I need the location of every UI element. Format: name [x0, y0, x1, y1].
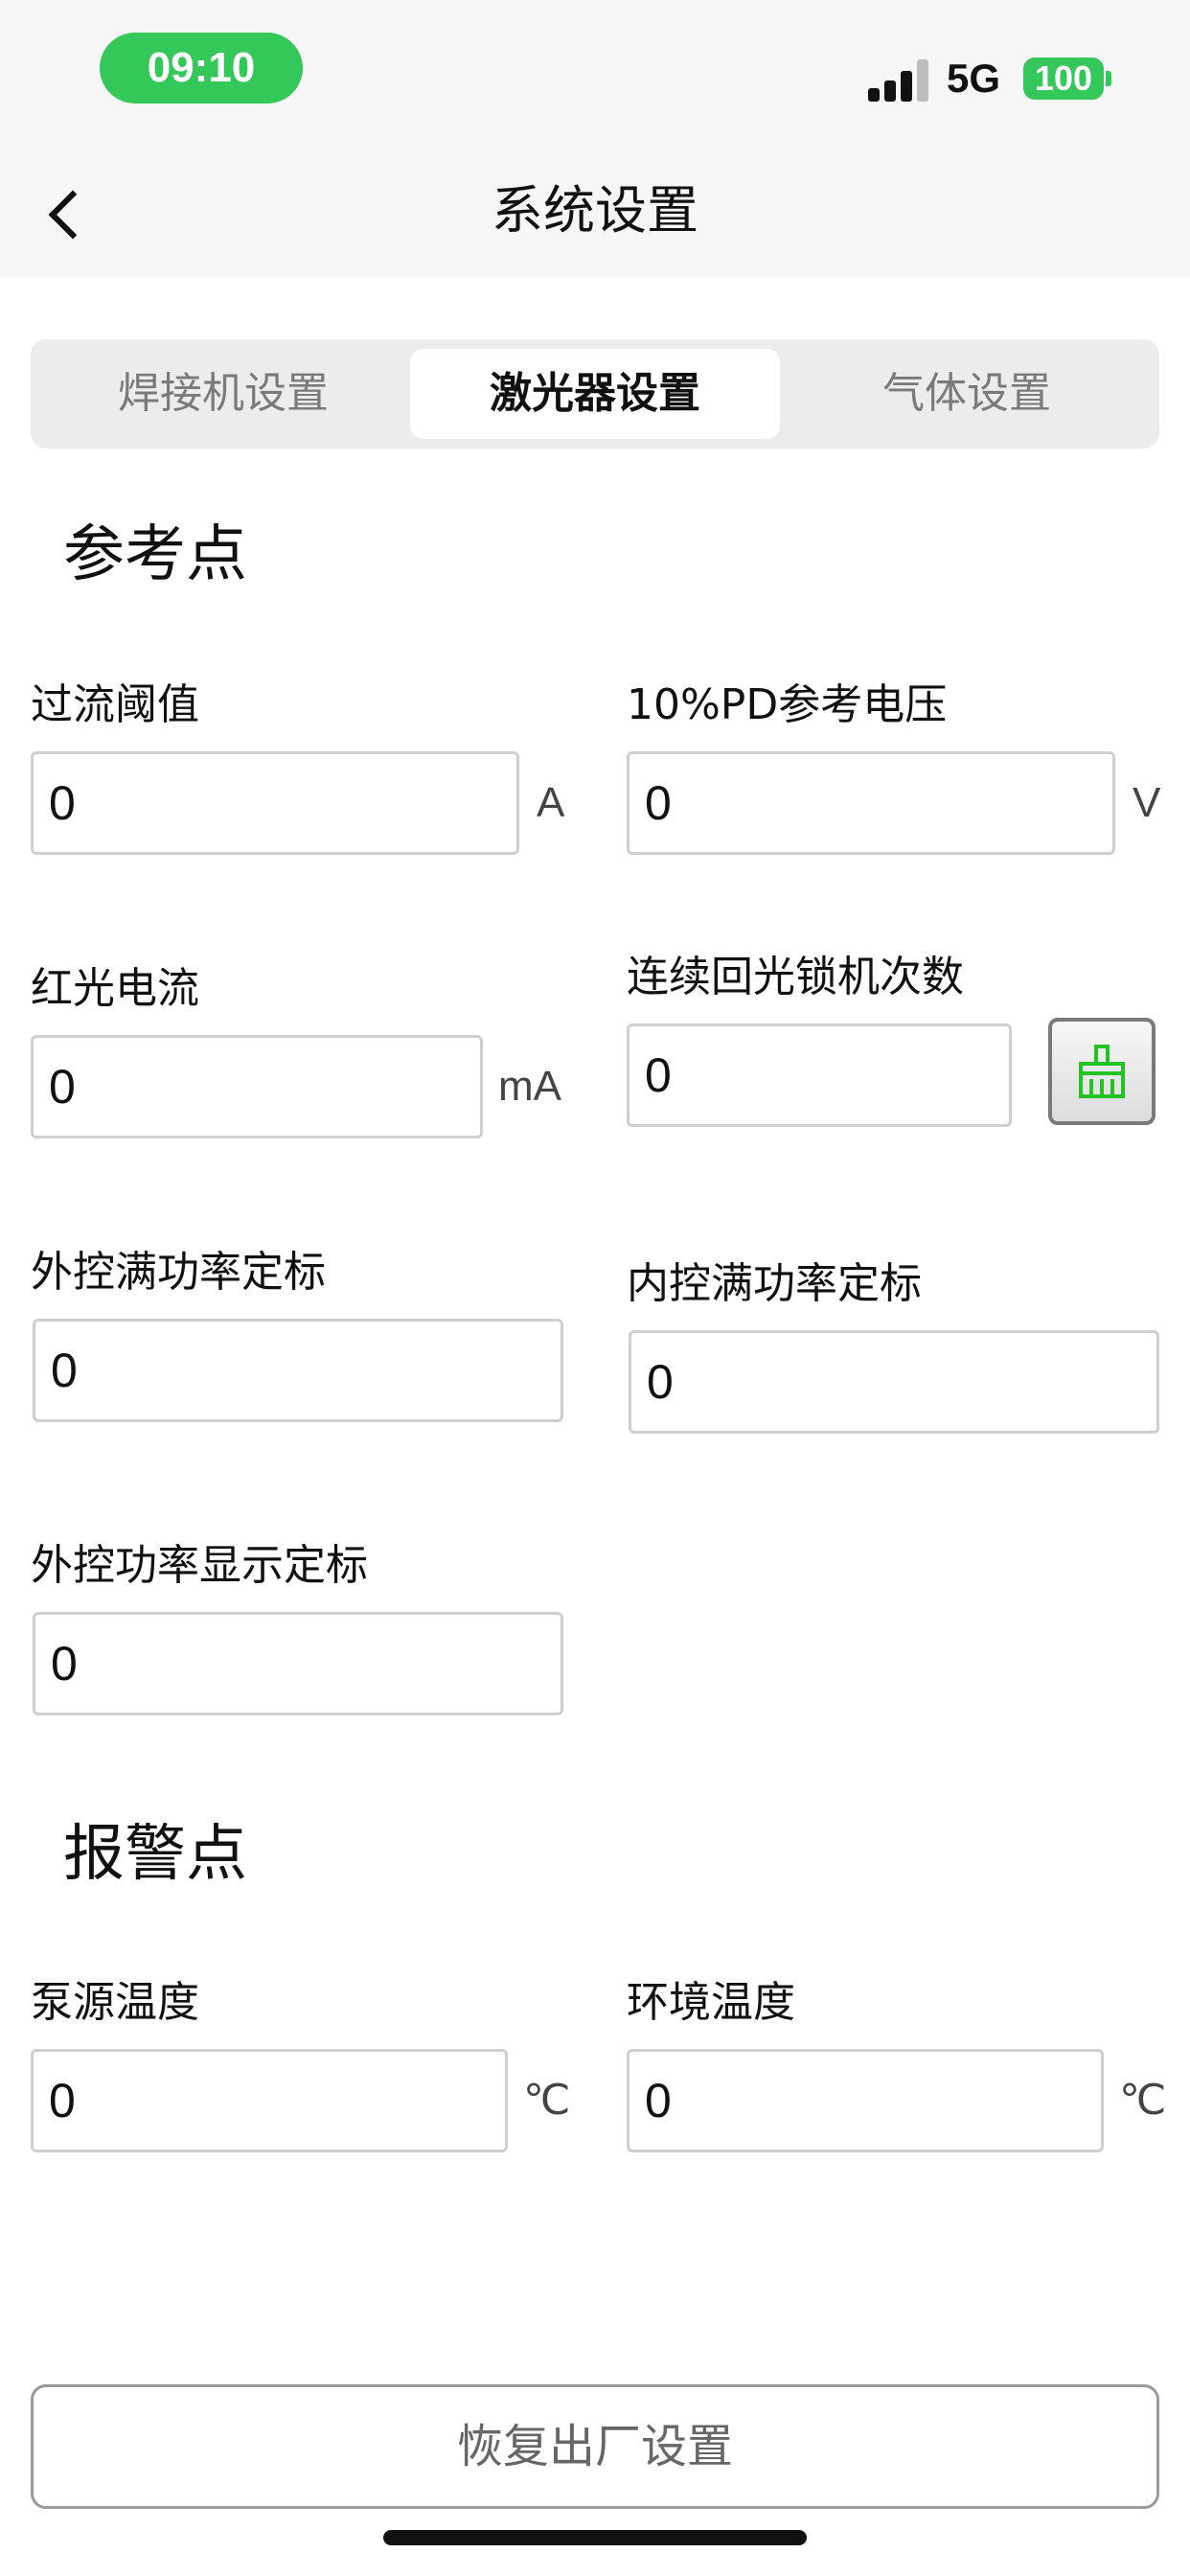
battery-icon: 100	[1023, 58, 1104, 100]
network-type: 5G	[947, 56, 1001, 101]
overcurrent-label: 过流阈值	[31, 680, 199, 729]
pd-voltage-unit: V	[1133, 779, 1161, 826]
ext-power-display-input[interactable]: 0	[33, 1612, 563, 1715]
pump-temp-label: 泵源温度	[31, 1978, 199, 2027]
signal-bars-icon	[868, 59, 931, 102]
section-title-reference: 参考点	[63, 519, 247, 590]
lock-count-input[interactable]: 0	[627, 1024, 1012, 1127]
battery-cap	[1106, 71, 1111, 86]
pump-temp-unit: ℃	[523, 2077, 571, 2124]
pump-temp-input[interactable]: 0	[31, 2049, 508, 2152]
status-time: 09:10	[100, 33, 303, 104]
lock-count-label: 连续回光锁机次数	[627, 953, 964, 1001]
ext-full-power-input[interactable]: 0	[33, 1319, 563, 1422]
header: 09:10 5G 100 系统设置	[0, 0, 1190, 278]
section-title-alarm: 报警点	[63, 1819, 247, 1890]
tab-gas-settings[interactable]: 气体设置	[782, 349, 1152, 439]
env-temp-input[interactable]: 0	[627, 2049, 1104, 2152]
settings-tabs: 焊接机设置 激光器设置 气体设置	[31, 339, 1159, 448]
clear-lock-count-button[interactable]	[1048, 1018, 1156, 1125]
pd-voltage-input[interactable]: 0	[627, 751, 1115, 855]
red-current-input[interactable]: 0	[31, 1035, 483, 1138]
env-temp-unit: ℃	[1119, 2077, 1167, 2124]
ext-power-display-label: 外控功率显示定标	[31, 1541, 368, 1590]
home-indicator[interactable]	[383, 2530, 807, 2545]
int-full-power-label: 内控满功率定标	[627, 1259, 922, 1308]
overcurrent-input[interactable]: 0	[31, 751, 519, 855]
ext-full-power-label: 外控满功率定标	[31, 1248, 326, 1297]
overcurrent-unit: A	[537, 779, 565, 826]
tab-laser-settings[interactable]: 激光器设置	[410, 349, 780, 439]
env-temp-label: 环境温度	[627, 1978, 795, 2027]
int-full-power-input[interactable]: 0	[629, 1330, 1159, 1434]
tab-welder-settings[interactable]: 焊接机设置	[38, 349, 408, 439]
broom-icon	[1079, 1045, 1125, 1098]
pd-voltage-label: 10%PD参考电压	[627, 680, 948, 729]
red-current-label: 红光电流	[31, 964, 199, 1013]
page-title: 系统设置	[492, 180, 698, 241]
factory-reset-button[interactable]: 恢复出厂设置	[31, 2384, 1159, 2509]
red-current-unit: mA	[498, 1063, 561, 1110]
